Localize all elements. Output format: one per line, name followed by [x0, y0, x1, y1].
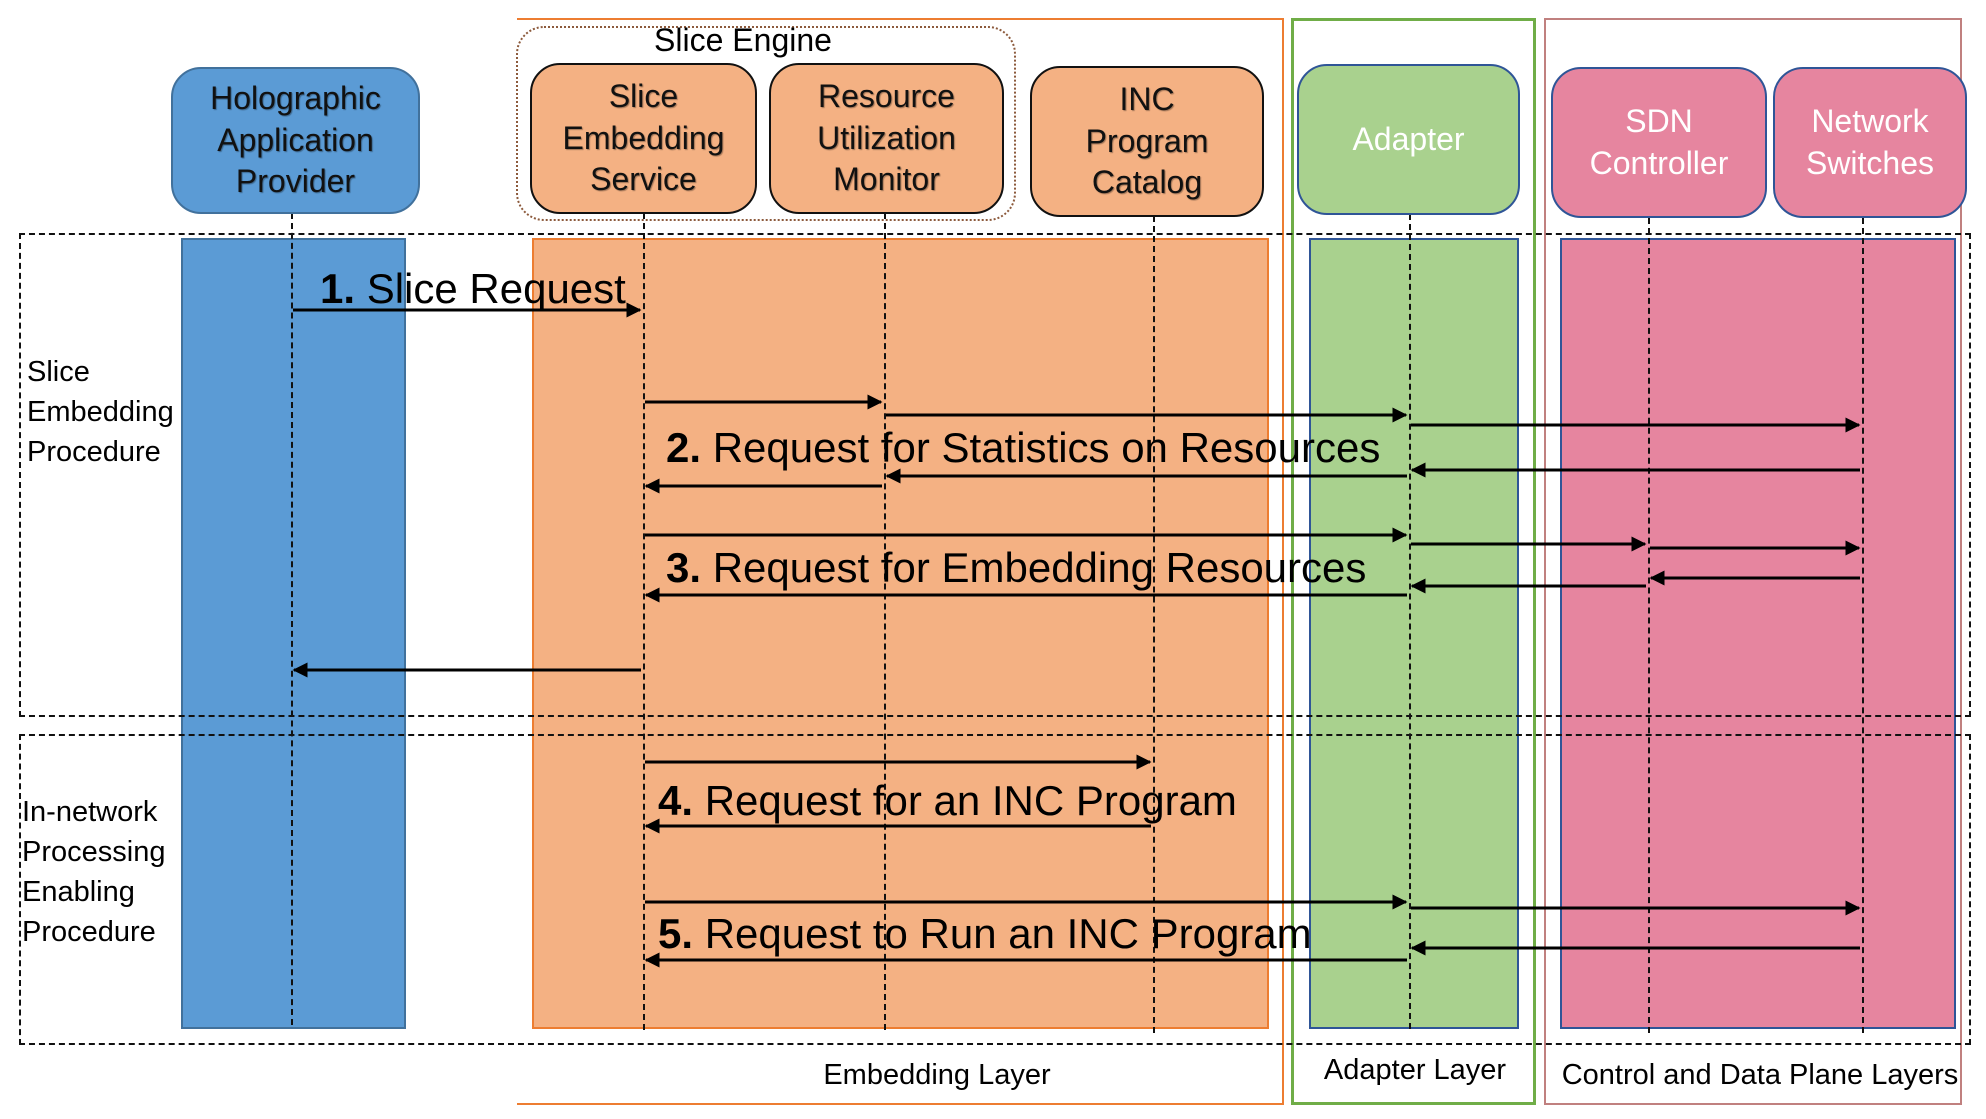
step-2-label: 2. Request for Statistics on Resources: [666, 427, 1380, 469]
step-5-label: 5. Request to Run an INC Program: [658, 913, 1312, 955]
step-5-number: 5.: [658, 910, 694, 957]
step-2-number: 2.: [666, 424, 702, 471]
actor-slice-embedding-service[interactable]: Slice Embedding Service: [530, 63, 757, 214]
adapter-layer-label: Adapter Layer: [1323, 1054, 1507, 1086]
step-5-text: Request to Run an INC Program: [693, 910, 1312, 957]
step-2-text: Request for Statistics on Resources: [701, 424, 1381, 471]
embedding-layer-label: Embedding Layer: [823, 1059, 1051, 1091]
actor-network-switches[interactable]: Network Switches: [1773, 67, 1967, 218]
slice-engine-label: Slice Engine: [654, 22, 832, 58]
inc-enabling-procedure-label: In-network Processing Enabling Procedure: [22, 796, 166, 948]
step-4-label: 4. Request for an INC Program: [658, 780, 1237, 822]
slice-embedding-procedure-label: Slice Embedding Procedure: [27, 356, 174, 468]
lifeline-switches: [1862, 218, 1864, 1033]
step-4-number: 4.: [658, 777, 694, 824]
step-4-text: Request for an INC Program: [693, 777, 1237, 824]
step-1-label: 1. Slice Request: [320, 268, 626, 310]
step-3-text: Request for Embedding Resources: [701, 544, 1367, 591]
slice-embedding-procedure-box: [19, 233, 1971, 717]
lifeline-ses: [643, 213, 645, 1030]
lifeline-sdn: [1648, 218, 1650, 1033]
step-1-number: 1.: [320, 265, 356, 312]
lifeline-rum: [884, 213, 886, 1030]
actor-inc-program-catalog[interactable]: INC Program Catalog: [1030, 66, 1264, 217]
step-1-text: Slice Request: [355, 265, 626, 312]
actor-sdn-controller[interactable]: SDN Controller: [1551, 67, 1767, 218]
lifeline-holographic: [291, 213, 293, 1025]
control-data-layer-label: Control and Data Plane Layers: [1561, 1059, 1959, 1091]
lifeline-adapter: [1409, 214, 1411, 1029]
actor-resource-utilization-monitor[interactable]: Resource Utilization Monitor: [769, 63, 1004, 214]
step-3-label: 3. Request for Embedding Resources: [666, 547, 1366, 589]
actor-holographic-application-provider[interactable]: Holographic Application Provider: [171, 67, 420, 214]
actor-adapter[interactable]: Adapter: [1297, 64, 1520, 215]
step-3-number: 3.: [666, 544, 702, 591]
